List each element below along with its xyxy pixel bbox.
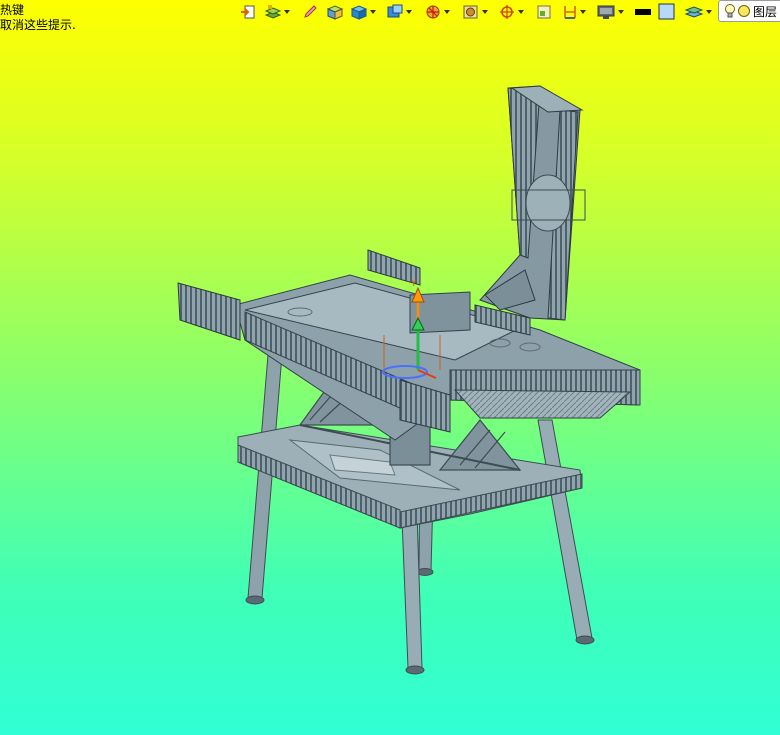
backrest-panel xyxy=(479,85,586,321)
svg-text:Y: Y xyxy=(410,279,417,289)
model-viewport[interactable]: Y xyxy=(0,0,780,735)
